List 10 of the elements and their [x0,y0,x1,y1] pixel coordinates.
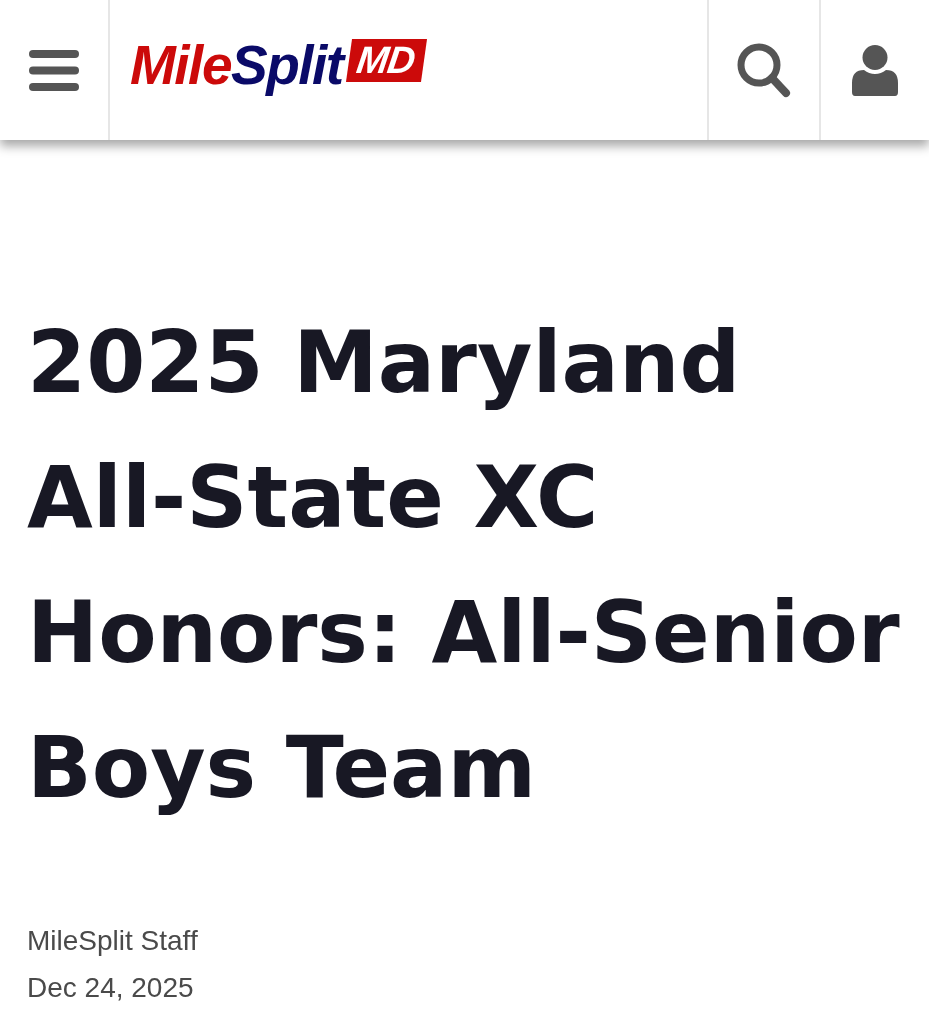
search-icon [737,42,791,98]
logo-badge: MD [345,38,427,82]
account-button[interactable] [819,0,929,140]
menu-icon [29,49,79,91]
menu-button[interactable] [0,0,110,140]
author-name: MileSplit Staff [27,924,198,958]
search-button[interactable] [707,0,819,140]
user-icon [852,44,898,96]
article-title: 2025 Maryland All-State XC Honors: All-Senior Boys Team [27,312,901,819]
publish-date: Dec 24, 2025 [27,971,194,1005]
